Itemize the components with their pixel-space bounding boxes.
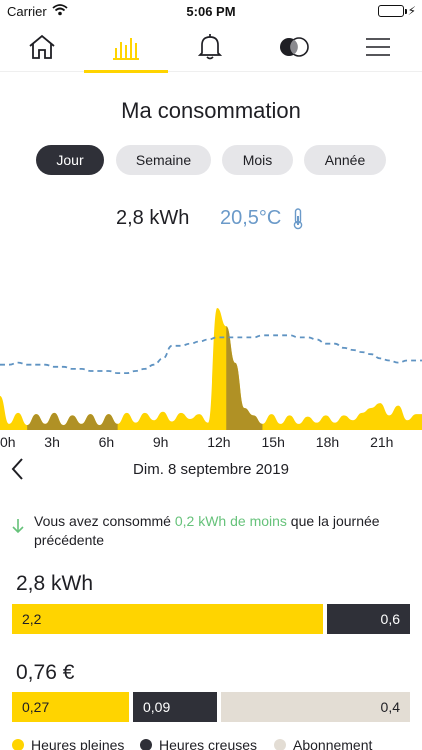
cost-split-bar: 0,27 0,09 0,4 [12,692,410,722]
x-tick-label: 0h [0,434,16,450]
clock-label: 5:06 PM [186,4,236,19]
energy-split-bar: 2,2 0,6 [12,604,410,634]
energy-peak-segment: 2,2 [12,604,323,634]
cost-peak-segment: 0,27 [12,692,129,722]
energy-total: 2,8 kWh [16,572,94,595]
legend-peak-dot [12,739,24,750]
comparison-highlight: 0,2 kWh de moins [174,513,287,529]
cost-subscription-segment: 0,4 [221,692,410,722]
comparison-prefix: Vous avez consommé [34,513,175,529]
legend-subscription-label: Abonnement [293,737,373,750]
x-tick-label: 12h [207,434,230,450]
nav-menu[interactable] [336,22,420,72]
x-tick-label: 18h [316,434,339,450]
summary-temperature: 20,5°C [220,207,282,229]
nav-consumption[interactable] [84,22,168,73]
battery-icon [378,5,407,17]
legend-offpeak: Heures creuses [140,737,257,750]
legend-peak-label: Heures pleines [31,737,125,750]
nav-notifications[interactable] [168,22,252,72]
compare-circles-icon [280,37,309,57]
legend-peak: Heures pleines [12,737,124,750]
menu-icon [366,38,390,56]
bell-icon [198,34,222,60]
selected-date: Dim. 8 septembre 2019 [133,461,289,478]
energy-offpeak-segment: 0,6 [327,604,410,634]
x-tick-label: 9h [153,434,169,450]
status-bar: Carrier 5:06 PM ⚡ [0,0,422,22]
consumption-peak-area [0,308,422,430]
comparison-message: Vous avez consommé 0,2 kWh de moins que … [34,512,404,550]
legend-offpeak-label: Heures creuses [159,737,258,750]
legend-subscription-dot [274,739,286,750]
top-navigation [0,22,422,73]
cost-total: 0,76 € [16,661,75,684]
tab-day[interactable]: Jour [36,145,104,175]
x-tick-label: 15h [262,434,285,450]
tab-month[interactable]: Mois [222,145,293,175]
x-tick-label: 3h [44,434,60,450]
summary-energy: 2,8 kWh [116,207,190,229]
down-arrow-icon [11,518,25,539]
home-icon [29,34,55,59]
charging-icon: ⚡ [407,4,416,18]
page-title: Ma consommation [121,98,301,123]
consumption-chart-icon [113,38,139,60]
nav-compare[interactable] [252,22,336,72]
legend-subscription: Abonnement [274,737,372,750]
x-tick-label: 6h [99,434,115,450]
tab-year[interactable]: Année [304,145,386,175]
temperature-line [0,334,422,374]
thermometer-icon [292,208,304,235]
cost-offpeak-segment: 0,09 [133,692,217,722]
legend-offpeak-dot [140,739,152,750]
tab-week[interactable]: Semaine [116,145,211,175]
consumption-chart[interactable]: 0h 3h 6h 9h 12h 15h 18h 21h [0,280,422,460]
nav-home[interactable] [0,22,84,72]
legend: Heures pleines Heures creuses Abonnement [12,737,422,750]
x-tick-label: 21h [370,434,393,450]
